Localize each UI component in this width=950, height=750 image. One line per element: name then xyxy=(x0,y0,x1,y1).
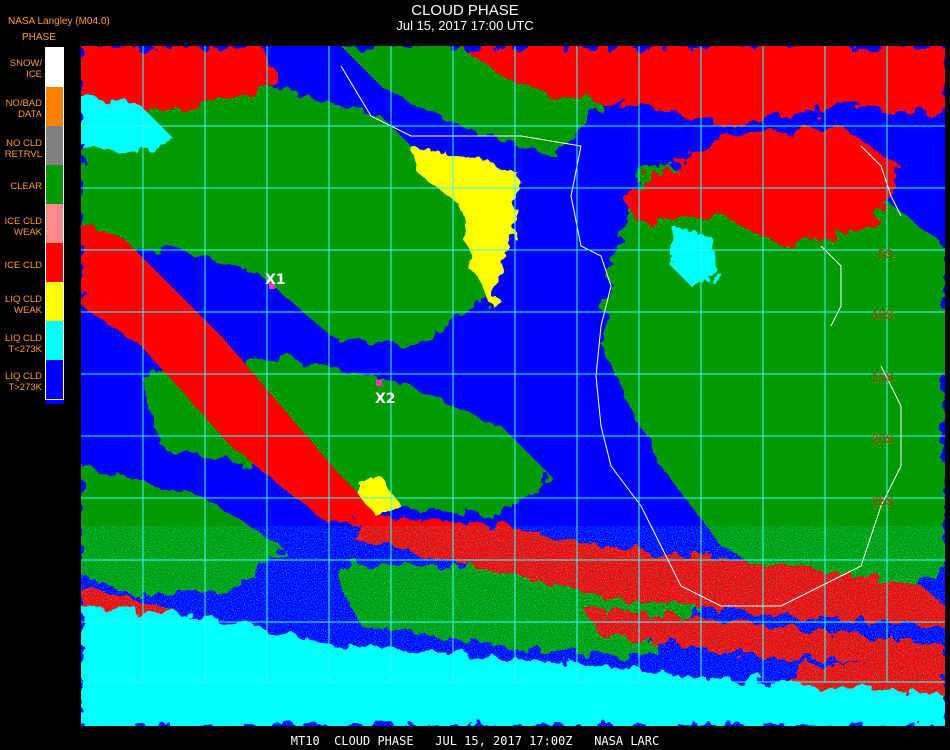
legend-swatch-clear xyxy=(46,165,64,209)
legend-swatch-ice-cloud xyxy=(46,243,64,287)
latitude-label-25s: 25S xyxy=(872,494,893,508)
product-timestamp: Jul 15, 2017 17:00 UTC xyxy=(396,18,534,33)
legend-header: PHASE xyxy=(22,32,56,43)
legend-swatch-ice-cloud-weak xyxy=(46,204,64,248)
legend-swatch-snow-ice xyxy=(46,48,64,92)
legend-swatch-no-cloud-retrieval xyxy=(46,126,64,170)
legend-swatch-liquid-cloud-cold xyxy=(46,321,64,365)
latitude-label-10s: 10S xyxy=(872,308,893,322)
marker-x1-label: X1 xyxy=(265,272,286,288)
cloud-phase-map[interactable]: 5S 10S 15S 20S 25S X1 X2 xyxy=(81,46,945,726)
legend-label-liquid-cloud-cold: LIQ CLD T<273K xyxy=(5,333,42,355)
legend-swatch-liquid-cloud-warm xyxy=(46,360,64,404)
legend-label-clear: CLEAR xyxy=(10,181,42,192)
cloud-field xyxy=(81,46,945,726)
legend-label-ice-cloud: ICE CLD xyxy=(4,260,42,271)
legend-label-snow-ice: SNOW/ ICE xyxy=(9,58,42,80)
legend-swatch-no-bad-data xyxy=(46,87,64,131)
marker-x2-dot[interactable] xyxy=(376,380,382,386)
latitude-label-15s: 15S xyxy=(872,370,893,384)
broken-cloud-speckle xyxy=(81,526,945,726)
legend-swatch-liquid-cloud-weak xyxy=(46,282,64,326)
latitude-label-5s: 5S xyxy=(878,247,893,261)
legend-label-no-bad-data: NO/BAD DATA xyxy=(5,98,42,120)
satellite-product-view: CLOUD PHASE Jul 15, 2017 17:00 UTC NASA … xyxy=(0,0,950,750)
product-title: CLOUD PHASE xyxy=(411,2,519,19)
organization-label: NASA Langley (M04.0) xyxy=(8,16,110,27)
legend-label-liquid-cloud-warm: LIQ CLD T>273K xyxy=(5,371,42,393)
legend-label-no-cloud-retrieval: NO CLD RETRVL xyxy=(4,138,42,160)
footer-caption: MT10 CLOUD PHASE JUL 15, 2017 17:00Z NAS… xyxy=(290,734,660,748)
legend-label-liquid-cloud-weak: LIQ CLD WEAK xyxy=(5,294,42,316)
marker-x2-label: X2 xyxy=(375,391,396,407)
legend-label-ice-cloud-weak: ICE CLD WEAK xyxy=(4,216,42,238)
latitude-label-20s: 20S xyxy=(872,432,893,446)
